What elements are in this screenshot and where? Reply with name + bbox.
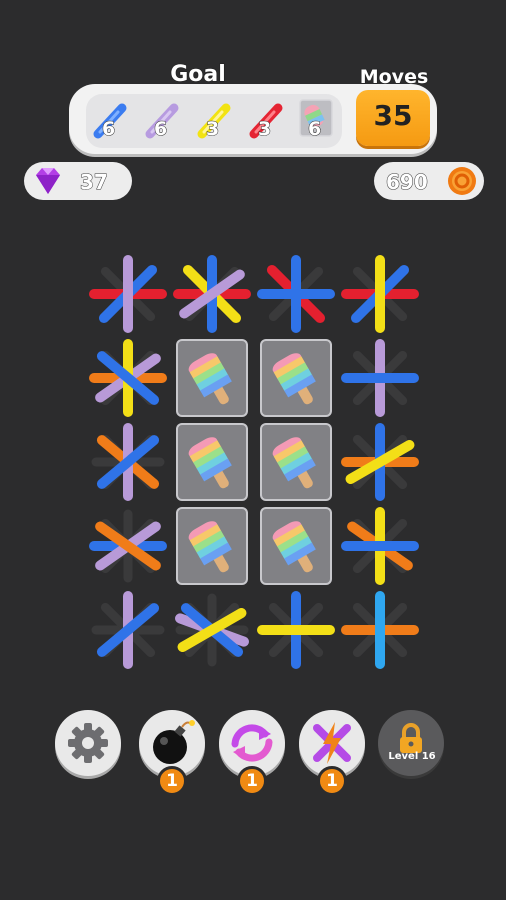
- popsicle-icon: [272, 521, 316, 573]
- stick-cell[interactable]: [340, 338, 420, 418]
- stick-cell[interactable]: [256, 590, 336, 670]
- goal-item-lavender: 6: [140, 96, 190, 146]
- lock-icon: [400, 723, 422, 753]
- frozen-popsicle-block[interactable]: [176, 423, 248, 501]
- frozen-popsicle-block[interactable]: [260, 507, 332, 585]
- popsicle-icon: [272, 437, 316, 489]
- goal-item-blue: 6: [88, 96, 138, 146]
- goal-title: Goal: [170, 61, 227, 87]
- stick-cell[interactable]: [88, 422, 168, 502]
- popsicle-icon: [188, 521, 232, 573]
- goal-count: 6: [101, 118, 116, 141]
- stick-cell[interactable]: [88, 338, 168, 418]
- stick-cell[interactable]: [172, 590, 252, 670]
- goal-item-frozen-popsicle: 6: [294, 96, 344, 146]
- goal-count: 6: [307, 118, 322, 141]
- moves-title: Moves: [359, 65, 429, 88]
- frozen-popsicle-block[interactable]: [260, 423, 332, 501]
- stick-cell[interactable]: [256, 254, 336, 334]
- strike-count-badge: 1: [317, 766, 347, 796]
- locked-tool-button[interactable]: [378, 710, 444, 776]
- locked-tool-label: Level 16: [388, 751, 436, 762]
- gem-icon: [36, 168, 60, 194]
- stick-cell[interactable]: [88, 506, 168, 586]
- stick-cell[interactable]: [88, 254, 168, 334]
- gems-value: 37: [80, 170, 109, 195]
- strike-button[interactable]: 1: [299, 710, 365, 796]
- coins-value: 690: [386, 170, 429, 195]
- goal-item-yellow: 3: [192, 96, 242, 146]
- popsicle-icon: [272, 353, 316, 405]
- stick-cell[interactable]: [340, 590, 420, 670]
- stick-cell[interactable]: [340, 254, 420, 334]
- popsicle-icon: [188, 353, 232, 405]
- bomb-button[interactable]: 1: [139, 710, 205, 796]
- goal-count: 3: [205, 118, 220, 141]
- popsicle-icon: [188, 437, 232, 489]
- stick-cell[interactable]: [340, 506, 420, 586]
- settings-button[interactable]: [55, 710, 121, 776]
- bomb-count-badge: 1: [157, 766, 187, 796]
- frozen-popsicle-block[interactable]: [176, 507, 248, 585]
- frozen-popsicle-block[interactable]: [176, 339, 248, 417]
- goal-count: 6: [153, 118, 168, 141]
- stick-cell[interactable]: [88, 590, 168, 670]
- stick-cell[interactable]: [172, 254, 252, 334]
- gear-icon: [68, 723, 108, 763]
- coin-icon: [448, 167, 476, 195]
- frozen-popsicle-block[interactable]: [260, 339, 332, 417]
- shuffle-button[interactable]: 1: [219, 710, 285, 796]
- shuffle-count-badge: 1: [237, 766, 267, 796]
- goal-count: 3: [257, 118, 272, 141]
- stick-cell[interactable]: [340, 422, 420, 502]
- goal-item-red: 3: [244, 96, 294, 146]
- moves-value: 35: [373, 99, 413, 132]
